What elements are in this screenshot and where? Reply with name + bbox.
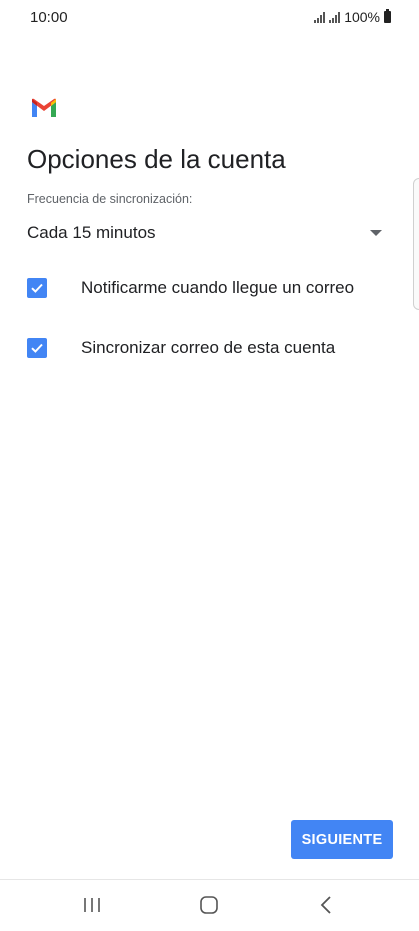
- status-time: 10:00: [30, 9, 68, 26]
- sync-mail-checkbox-row[interactable]: Sincronizar correo de esta cuenta: [27, 333, 387, 363]
- battery-percentage: 100%: [344, 9, 380, 25]
- sync-mail-checkbox[interactable]: [27, 338, 47, 358]
- sync-frequency-dropdown[interactable]: Cada 15 minutos: [27, 218, 387, 248]
- back-button[interactable]: [311, 893, 341, 917]
- checkmark-icon: [31, 283, 43, 293]
- recent-apps-icon: [84, 898, 100, 912]
- sync-frequency-value: Cada 15 minutos: [27, 223, 156, 242]
- gmail-icon: [32, 98, 56, 117]
- home-icon: [200, 896, 218, 914]
- next-button[interactable]: SIGUIENTE: [291, 820, 393, 859]
- notify-new-mail-checkbox-row[interactable]: Notificarme cuando llegue un correo: [27, 273, 387, 303]
- status-indicators: 100%: [314, 9, 391, 25]
- back-icon: [320, 896, 331, 914]
- navigation-bar: [0, 880, 419, 931]
- checkmark-icon: [31, 343, 43, 353]
- signal-icon: [314, 11, 326, 23]
- sync-mail-label: Sincronizar correo de esta cuenta: [81, 338, 336, 357]
- status-bar: 10:00 100%: [0, 0, 419, 36]
- home-button[interactable]: [194, 893, 224, 917]
- recent-apps-button[interactable]: [78, 893, 108, 917]
- page-title: Opciones de la cuenta: [27, 144, 286, 174]
- notify-new-mail-checkbox[interactable]: [27, 278, 47, 298]
- scroll-indicator[interactable]: [413, 178, 419, 310]
- sync-frequency-label: Frecuencia de sincronización:: [27, 192, 193, 206]
- battery-icon: [384, 9, 391, 23]
- notify-new-mail-label: Notificarme cuando llegue un correo: [81, 278, 355, 297]
- dropdown-arrow-icon: [370, 230, 382, 236]
- signal-icon-secondary: [329, 11, 341, 23]
